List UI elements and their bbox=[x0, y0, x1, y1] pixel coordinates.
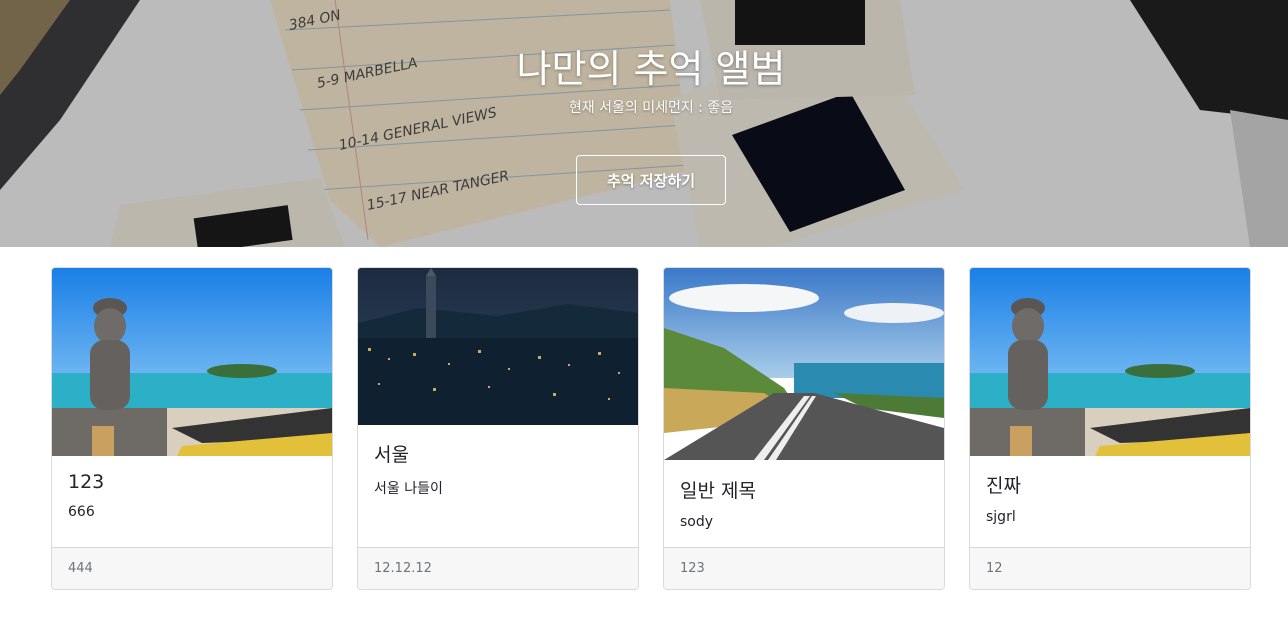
card-body: 진짜 sjgrl bbox=[970, 471, 1250, 525]
card-footer: 12 bbox=[970, 547, 1250, 589]
page-title: 나만의 추억 앨범 bbox=[516, 47, 786, 91]
hero-banner: 384 ON 5-9 MARBELLA 10-14 GENERAL VIEWS … bbox=[0, 0, 1288, 247]
card-text: 서울 나들이 bbox=[374, 481, 443, 497]
card-body: 일반 제목 sody bbox=[664, 476, 944, 530]
save-memory-button[interactable]: 추억 저장하기 bbox=[576, 155, 726, 205]
card-text: 666 bbox=[68, 504, 95, 520]
jeju-harubang-image bbox=[970, 268, 1250, 456]
card-body: 123 666 bbox=[52, 471, 332, 520]
card-footer: 444 bbox=[52, 547, 332, 589]
coastal-road-image bbox=[664, 268, 944, 460]
card-text: sody bbox=[680, 514, 714, 530]
seoul-night-image bbox=[358, 268, 638, 425]
memory-card[interactable]: 진짜 sjgrl 12 bbox=[969, 267, 1251, 590]
card-footer: 123 bbox=[664, 547, 944, 589]
card-title: 진짜 bbox=[986, 475, 1021, 497]
jeju-harubang-image bbox=[52, 268, 332, 456]
memory-card[interactable]: 서울 서울 나들이 12.12.12 bbox=[357, 267, 639, 590]
memory-card[interactable]: 일반 제목 sody 123 bbox=[663, 267, 945, 590]
card-title: 일반 제목 bbox=[680, 480, 756, 502]
card-body: 서울 서울 나들이 bbox=[358, 440, 638, 498]
card-text: sjgrl bbox=[986, 509, 1016, 525]
card-title: 123 bbox=[68, 471, 105, 493]
card-title: 서울 bbox=[374, 444, 409, 466]
card-footer: 12.12.12 bbox=[358, 547, 638, 589]
dust-status-text: 현재 서울의 미세먼지 : 좋음 bbox=[568, 100, 734, 116]
memory-card[interactable]: 123 666 444 bbox=[51, 267, 333, 590]
